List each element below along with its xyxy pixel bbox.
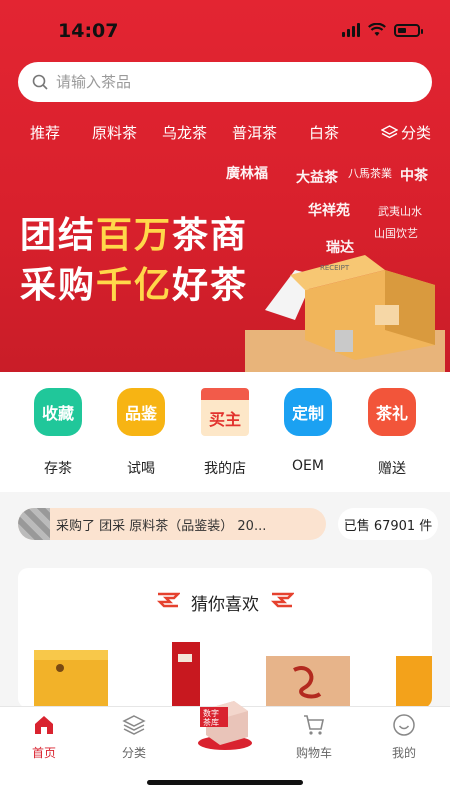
guess-you-like-section: 猜你喜欢 <box>18 568 432 708</box>
tab-label: 分类 <box>121 746 146 760</box>
brand-logo: 华祥苑 <box>308 203 350 219</box>
banner-slogan-line2: 采购千亿好茶 <box>20 265 249 306</box>
layers-icon <box>381 124 398 138</box>
feature-label: 存茶 <box>44 461 72 477</box>
brand-logo: 八馬茶業 <box>348 167 392 180</box>
title-decoration-icon <box>270 592 294 608</box>
feature-trial[interactable]: 品鉴 试喝 <box>109 388 173 478</box>
search-input[interactable] <box>54 72 398 92</box>
tab-label: 我的 <box>391 746 416 760</box>
battery-icon <box>394 23 423 37</box>
receipt-label: RECEIPT <box>320 264 350 272</box>
shop-icon: 买主 <box>201 388 249 436</box>
product-thumbnail[interactable] <box>390 654 432 708</box>
tab-label: 购物车 <box>295 746 332 760</box>
shipping-box-illustration: RECEIPT <box>245 255 445 372</box>
tab-category-bottom[interactable]: 分类 <box>104 713 164 761</box>
purchase-ticker: 采购了 团采 原料茶（品鉴装） 20... 已售 67901 件 <box>0 492 450 558</box>
search-icon <box>32 74 48 90</box>
tab-oolong[interactable]: 乌龙茶 <box>162 122 207 143</box>
brand-logo: 大益茶 <box>296 170 338 186</box>
customize-icon: 定制 <box>284 388 332 436</box>
feature-label: 试喝 <box>127 461 155 477</box>
product-thumbnail[interactable] <box>30 646 112 708</box>
product-thumbnail[interactable] <box>264 650 352 708</box>
home-indicator[interactable] <box>147 780 303 785</box>
brand-logos: 廣林福 大益茶 八馬茶業 中茶 华祥苑 武夷山水 瑞达 山国饮艺 <box>216 145 436 265</box>
search-bar[interactable] <box>18 62 432 102</box>
recent-purchase-text: 采购了 团采 原料茶（品鉴装） 20... <box>56 519 267 534</box>
collect-icon: 收藏 <box>34 388 82 436</box>
wifi-icon <box>368 23 386 36</box>
tab-recommend[interactable]: 推荐 <box>30 122 60 143</box>
tab-cart[interactable]: 购物车 <box>284 713 344 761</box>
feature-label: OEM <box>292 458 324 474</box>
feature-oem[interactable]: 定制 OEM <box>276 388 340 474</box>
smile-icon <box>393 714 415 736</box>
brand-logo: 廣林福 <box>226 166 268 182</box>
status-bar: 14:07 <box>0 0 450 60</box>
feature-grid: 收藏 存茶 品鉴 试喝 买主 我的店 定制 OEM 茶礼 赠送 <box>0 372 450 492</box>
tab-mine[interactable]: 我的 <box>374 713 434 761</box>
tab-puer[interactable]: 普洱茶 <box>232 122 277 143</box>
signal-icon <box>342 23 360 37</box>
gift-icon: 茶礼 <box>368 388 416 436</box>
feature-my-store[interactable]: 买主 我的店 <box>193 388 257 478</box>
brand-logo: 中茶 <box>400 168 428 184</box>
banner-slogan-line1: 团结百万茶商 <box>20 215 249 256</box>
tab-raw-tea[interactable]: 原料茶 <box>92 122 137 143</box>
tab-category-label: 分类 <box>401 124 432 142</box>
svg-text:数字: 数字 <box>203 708 219 718</box>
bottom-tab-bar: 首页 分类 数字 茶库 购物车 我的 <box>0 701 450 801</box>
tab-home[interactable]: 首页 <box>14 713 74 761</box>
digital-tea-warehouse-icon: 数字 茶库 <box>198 701 252 750</box>
section-title: 猜你喜欢 <box>191 595 259 615</box>
cart-icon <box>304 715 324 735</box>
recent-purchase[interactable]: 采购了 团采 原料茶（品鉴装） 20... <box>18 508 326 540</box>
layers-icon <box>122 715 146 735</box>
avatar <box>18 508 50 540</box>
tab-white-tea[interactable]: 白茶 <box>309 122 339 143</box>
svg-text:茶库: 茶库 <box>203 717 219 727</box>
tasting-icon: 品鉴 <box>117 388 165 436</box>
feature-gift[interactable]: 茶礼 赠送 <box>360 388 424 478</box>
feature-label: 我的店 <box>204 461 246 477</box>
status-time: 14:07 <box>58 20 119 42</box>
home-icon <box>35 716 53 734</box>
sold-count-badge: 已售 67901 件 <box>338 508 438 540</box>
tab-digital-tea-warehouse[interactable]: 数字 茶库 <box>190 693 260 754</box>
brand-logo: 山国饮艺 <box>374 227 418 240</box>
feature-store-tea[interactable]: 收藏 存茶 <box>26 388 90 478</box>
brand-logo: 武夷山水 <box>378 205 422 218</box>
feature-label: 赠送 <box>378 461 406 477</box>
hero-banner: 14:07 推荐 原料茶 乌龙茶 普洱茶 白茶 <box>0 0 450 372</box>
tab-label: 首页 <box>31 746 56 760</box>
tab-category[interactable]: 分类 <box>381 122 431 143</box>
